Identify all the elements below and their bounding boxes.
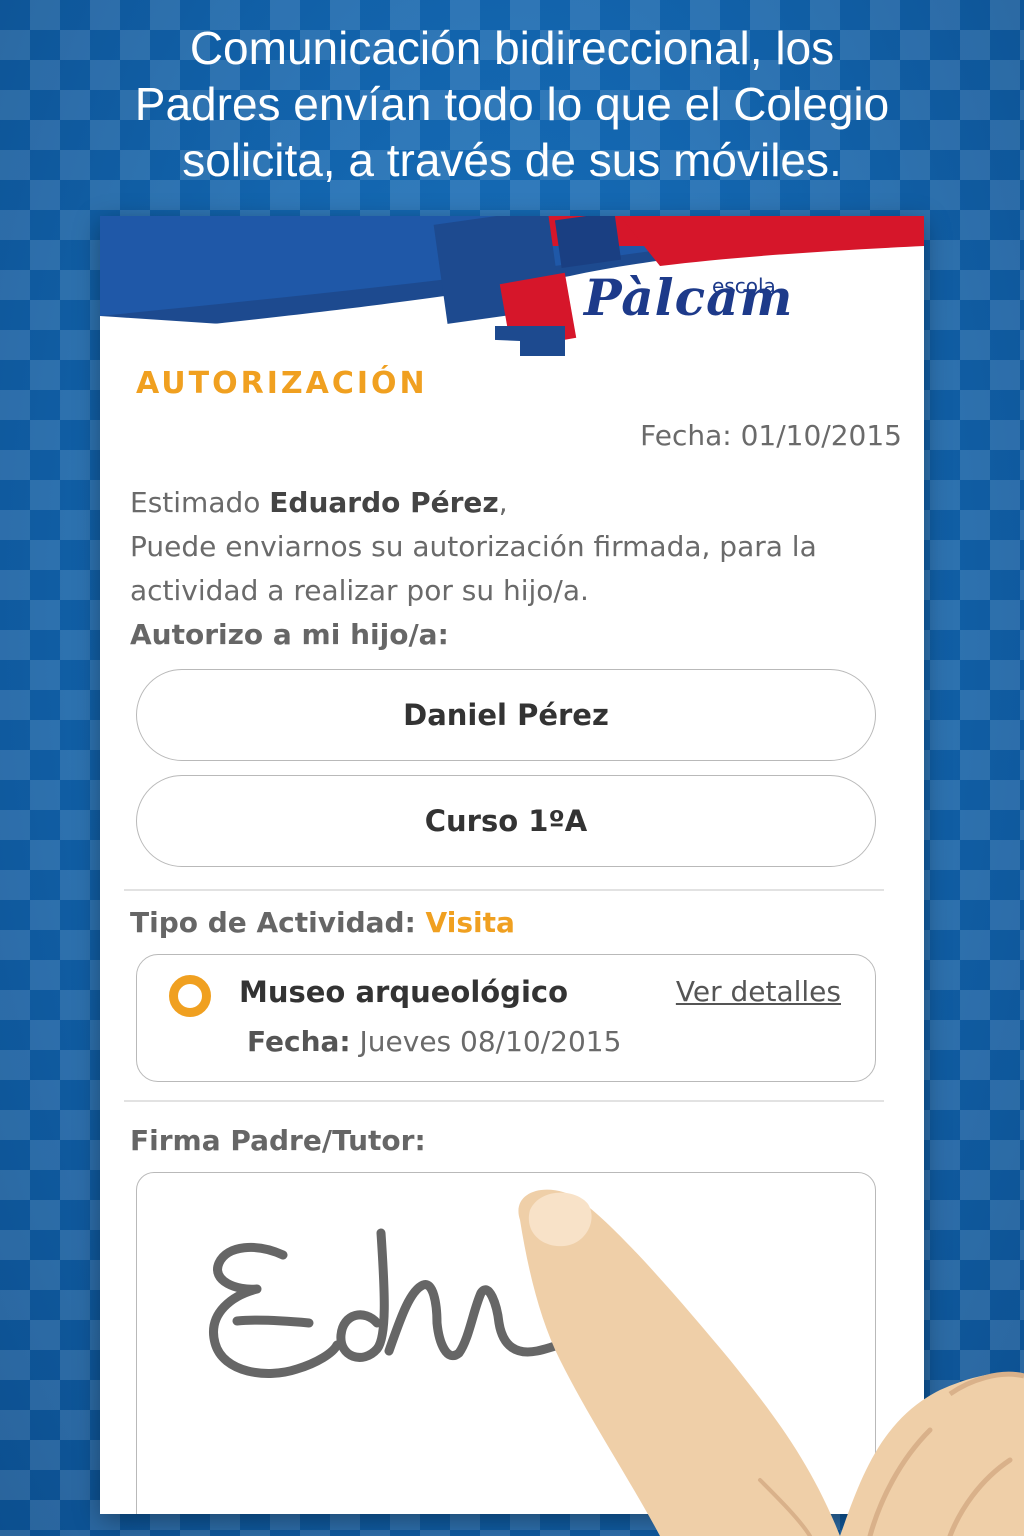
- form-date: Fecha: 01/10/2015: [640, 419, 902, 452]
- view-details-link[interactable]: Ver detalles: [676, 975, 841, 1008]
- promo-headline: Comunicación bidireccional, los Padres e…: [0, 20, 1024, 188]
- activity-date-label: Fecha:: [247, 1025, 351, 1058]
- headline-line-1: Comunicación bidireccional, los: [189, 22, 835, 74]
- course-field[interactable]: Curso 1ºA: [136, 775, 876, 867]
- parent-name: Eduardo Pérez: [269, 486, 499, 519]
- finger-hand-icon: [518, 1189, 1024, 1536]
- header-banner: [100, 216, 924, 356]
- activity-name: Museo arqueológico: [239, 975, 568, 1009]
- divider: [124, 1100, 884, 1102]
- page-title: AUTORIZACIÓN: [136, 366, 428, 401]
- child-name-field[interactable]: Daniel Pérez: [136, 669, 876, 761]
- course-value: Curso 1ºA: [424, 804, 588, 838]
- divider: [124, 889, 884, 891]
- form-date-value: 01/10/2015: [740, 419, 902, 452]
- form-date-label: Fecha:: [640, 419, 732, 452]
- greeting-message: Puede enviarnos su autorización firmada,…: [130, 530, 817, 607]
- activity-type: Tipo de Actividad: Visita: [130, 906, 515, 939]
- activity-date-value: Jueves 08/10/2015: [359, 1025, 622, 1058]
- radio-selected-icon[interactable]: [169, 975, 211, 1017]
- headline-line-3: solicita, a través de sus móviles.: [182, 134, 842, 186]
- activity-option[interactable]: Museo arqueológico Ver detalles Fecha: J…: [136, 954, 876, 1082]
- logo-brand-name: Pàlcam: [584, 268, 794, 327]
- greeting-prefix: Estimado: [130, 486, 261, 519]
- authorize-label: Autorizo a mi hijo/a:: [130, 618, 449, 651]
- greeting-text: Estimado Eduardo Pérez, Puede enviarnos …: [130, 481, 890, 613]
- activity-type-value: Visita: [425, 906, 515, 939]
- headline-line-2: Padres envían todo lo que el Colegio: [134, 78, 890, 130]
- greeting-suffix: ,: [498, 486, 508, 519]
- activity-type-label: Tipo de Actividad:: [130, 906, 416, 939]
- signature-label: Firma Padre/Tutor:: [130, 1124, 426, 1157]
- child-name-value: Daniel Pérez: [403, 698, 609, 732]
- activity-date: Fecha: Jueves 08/10/2015: [247, 1025, 621, 1058]
